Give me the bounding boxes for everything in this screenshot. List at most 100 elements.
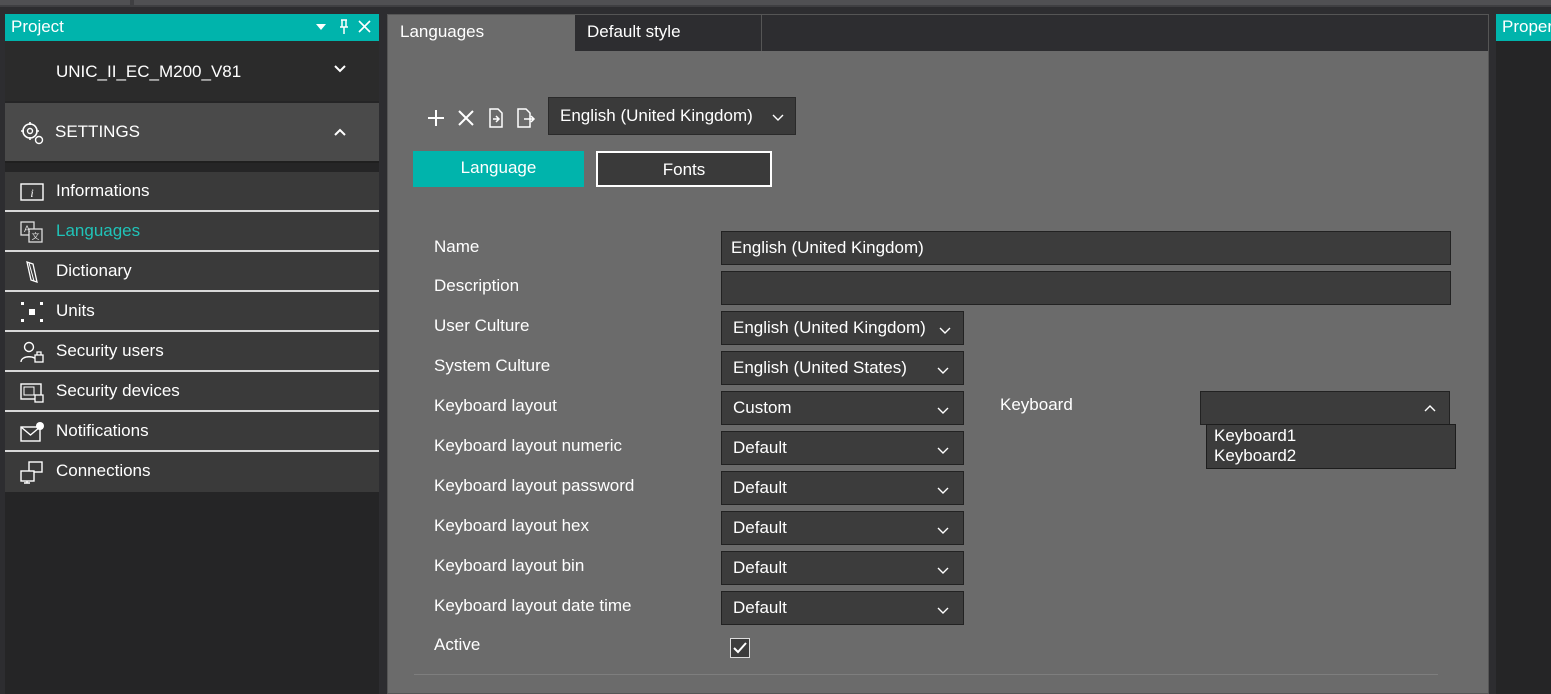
- properties-panel-title: Properties: [1502, 17, 1551, 36]
- project-panel: Project UNIC_II_EC_M200_V81 SETTINGS i I…: [5, 14, 379, 694]
- language-select-value: English (United Kingdom): [560, 106, 753, 125]
- units-icon: [21, 302, 43, 322]
- sidebar-item-connections[interactable]: Connections: [5, 452, 379, 492]
- active-label: Active: [434, 635, 481, 654]
- languages-document: Languages Default style English (United …: [387, 14, 1489, 694]
- system-culture-select[interactable]: English (United States): [721, 351, 964, 385]
- settings-label: SETTINGS: [55, 122, 141, 141]
- chevron-down-icon: [937, 607, 949, 614]
- chevron-down-icon: [937, 407, 949, 414]
- sidebar-item-label: Units: [56, 301, 95, 320]
- user-culture-value: English (United Kingdom): [733, 318, 926, 337]
- connections-icon: [20, 461, 43, 484]
- description-label: Description: [434, 276, 520, 295]
- chevron-down-icon: [937, 447, 949, 454]
- keyboard-layout-numeric-value: Default: [733, 438, 787, 457]
- checkmark-icon: [733, 642, 747, 654]
- project-name: UNIC_II_EC_M200_V81: [56, 62, 242, 81]
- name-field[interactable]: English (United Kingdom): [721, 231, 1451, 265]
- chevron-up-icon: [334, 128, 346, 136]
- keyboard-layout-datetime-value: Default: [733, 598, 787, 617]
- description-field[interactable]: [721, 271, 1451, 305]
- keyboard-layout-password-value: Default: [733, 478, 787, 497]
- add-icon[interactable]: [425, 107, 447, 129]
- sidebar-item-languages[interactable]: A文 Languages: [5, 212, 379, 252]
- keyboard-layout-bin-select[interactable]: Default: [721, 551, 964, 585]
- keyboard-layout-value: Custom: [733, 398, 792, 417]
- project-panel-header: Project: [5, 14, 379, 41]
- active-checkbox[interactable]: [730, 638, 750, 658]
- tab-languages[interactable]: Languages: [388, 15, 575, 51]
- sidebar-item-label: Security users: [56, 341, 164, 360]
- sidebar-item-label: Languages: [56, 221, 141, 240]
- keyboard-option[interactable]: Keyboard2: [1214, 446, 1296, 466]
- top-strip-segment: [0, 0, 130, 5]
- name-label: Name: [434, 237, 480, 256]
- subtab-language[interactable]: Language: [413, 151, 584, 187]
- keyboard-layout-bin-value: Default: [733, 558, 787, 577]
- keyboard-layout-numeric-label: Keyboard layout numeric: [434, 436, 623, 455]
- export-icon[interactable]: [514, 107, 536, 129]
- svg-text:A: A: [24, 224, 30, 234]
- language-select[interactable]: English (United Kingdom): [548, 97, 796, 135]
- chevron-down-icon: [772, 114, 784, 121]
- top-strip: [0, 0, 1551, 7]
- settings-nav-list: i Informations A文 Languages Dictionary U…: [5, 172, 379, 492]
- sidebar-item-notifications[interactable]: Notifications: [5, 412, 379, 452]
- subtab-fonts[interactable]: Fonts: [596, 151, 772, 187]
- sidebar-item-label: Notifications: [56, 421, 149, 440]
- sidebar-item-label: Informations: [56, 181, 150, 200]
- dictionary-icon: [26, 261, 38, 283]
- chevron-down-icon: [937, 527, 949, 534]
- notifications-icon: [20, 422, 44, 442]
- tab-default-style[interactable]: Default style: [575, 15, 762, 51]
- keyboard-option[interactable]: Keyboard1: [1214, 426, 1296, 446]
- keyboard-label: Keyboard: [1000, 395, 1073, 414]
- sidebar-item-security-devices[interactable]: Security devices: [5, 372, 379, 412]
- chevron-down-icon: [937, 487, 949, 494]
- keyboard-layout-datetime-select[interactable]: Default: [721, 591, 964, 625]
- svg-text:文: 文: [32, 231, 40, 241]
- delete-icon[interactable]: [455, 107, 477, 129]
- info-icon: i: [20, 183, 44, 201]
- close-icon[interactable]: [358, 20, 371, 33]
- keyboard-layout-password-label: Keyboard layout password: [434, 476, 635, 495]
- sidebar-item-security-users[interactable]: Security users: [5, 332, 379, 372]
- document-tab-strip: Languages Default style: [388, 15, 1488, 51]
- import-icon[interactable]: [485, 107, 507, 129]
- keyboard-dropdown-list: Keyboard1 Keyboard2: [1206, 424, 1456, 469]
- sidebar-item-units[interactable]: Units: [5, 292, 379, 332]
- settings-section-header[interactable]: SETTINGS: [5, 103, 379, 163]
- chevron-down-icon: [939, 327, 951, 334]
- system-culture-label: System Culture: [434, 356, 551, 375]
- keyboard-layout-label: Keyboard layout: [434, 396, 557, 415]
- project-selector[interactable]: UNIC_II_EC_M200_V81: [5, 41, 379, 101]
- keyboard-layout-hex-value: Default: [733, 518, 787, 537]
- pin-icon[interactable]: [338, 19, 350, 35]
- divider: [414, 674, 1438, 675]
- keyboard-layout-password-select[interactable]: Default: [721, 471, 964, 505]
- sidebar-item-informations[interactable]: i Informations: [5, 172, 379, 212]
- properties-panel-header: Properties: [1496, 14, 1551, 41]
- name-field-value: English (United Kingdom): [731, 238, 924, 257]
- keyboard-layout-hex-select[interactable]: Default: [721, 511, 964, 545]
- panel-menu-dropdown-icon[interactable]: [316, 23, 326, 31]
- chevron-down-icon: [334, 65, 346, 73]
- chevron-down-icon: [937, 567, 949, 574]
- sidebar-item-label: Dictionary: [56, 261, 132, 280]
- svg-text:i: i: [30, 186, 33, 200]
- keyboard-layout-numeric-select[interactable]: Default: [721, 431, 964, 465]
- user-culture-label: User Culture: [434, 316, 530, 335]
- sidebar-item-dictionary[interactable]: Dictionary: [5, 252, 379, 292]
- keyboard-layout-select[interactable]: Custom: [721, 391, 964, 425]
- settings-gear-icon: [21, 122, 44, 145]
- chevron-up-icon: [1424, 405, 1436, 412]
- keyboard-layout-hex-label: Keyboard layout hex: [434, 516, 589, 535]
- sidebar-item-label: Connections: [56, 461, 151, 480]
- chevron-down-icon: [937, 367, 949, 374]
- security-devices-icon: [20, 383, 44, 403]
- keyboard-select[interactable]: [1200, 391, 1450, 425]
- project-panel-title: Project: [11, 17, 64, 36]
- security-users-icon: [20, 341, 44, 363]
- user-culture-select[interactable]: English (United Kingdom): [721, 311, 964, 345]
